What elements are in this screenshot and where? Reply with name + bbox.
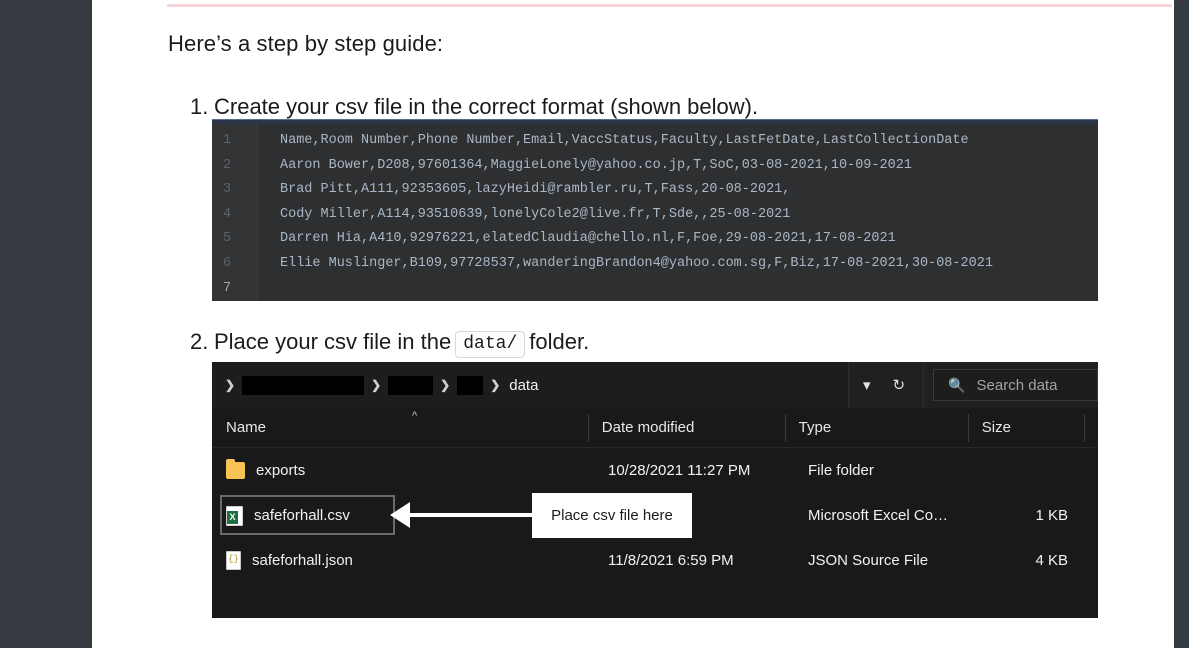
row-size-cell: 1 KB <box>1035 507 1068 524</box>
column-header-type-label: Type <box>798 419 832 436</box>
row-type-cell: JSON Source File <box>808 552 929 569</box>
excel-file-icon <box>226 505 243 526</box>
column-header-date-label: Date modified <box>601 419 695 436</box>
line-number: 5 <box>223 231 232 247</box>
file-name: safeforhall.csv <box>254 507 350 524</box>
breadcrumb-current-folder[interactable]: data <box>507 377 538 394</box>
row-name-cell: exports <box>212 459 594 479</box>
step-number: 2. <box>190 329 209 354</box>
intro-paragraph: Here’s a step by step guide: <box>168 31 444 56</box>
sort-ascending-icon: ^ <box>412 409 418 422</box>
explorer-address-bar: ❯ ❯ ❯ ❯ data ▾ ↻ 🔍 Search data <box>212 362 1098 408</box>
breadcrumb[interactable]: ❯ ❯ ❯ ❯ data <box>212 362 849 408</box>
file-name: exports <box>256 462 306 479</box>
row-date-cell: 11/8/2021 6:59 PM <box>608 552 734 569</box>
column-header-date-modified[interactable]: Date modified <box>587 408 785 448</box>
left-arrow-icon <box>390 502 410 528</box>
callout-label: Place csv file here <box>532 493 692 538</box>
line-number: 1 <box>223 133 232 148</box>
row-type-cell: File folder <box>808 462 874 479</box>
explorer-file-list: exports 10/28/2021 11:27 PM File folder … <box>212 448 1098 583</box>
column-header-type[interactable]: Type <box>784 408 968 448</box>
search-placeholder: Search data <box>976 376 1058 394</box>
section-divider <box>167 4 1172 7</box>
step-text: Create your csv file in the correct form… <box>214 94 759 119</box>
breadcrumb-segment-redacted[interactable] <box>457 375 484 395</box>
code-line: Brad Pitt,A111,92353605,lazyHeidi@ramble… <box>280 182 791 198</box>
column-header-name[interactable]: Name ^ <box>212 408 588 448</box>
explorer-column-headers: Name ^ Date modified Type Size <box>212 408 1098 448</box>
column-header-divider <box>1084 408 1098 448</box>
line-number: 2 <box>223 157 232 173</box>
step-number: 1. <box>190 94 209 119</box>
code-line: Cody Miller,A114,93510639,lonelyCole2@li… <box>280 206 791 222</box>
refresh-icon[interactable]: ↻ <box>893 378 906 393</box>
chevron-right-icon: ❯ <box>440 378 451 392</box>
code-line: Aaron Bower,D208,97601364,MaggieLonely@y… <box>280 157 912 173</box>
right-sidebar <box>1174 0 1189 648</box>
breadcrumb-segment-redacted[interactable] <box>388 375 434 395</box>
line-number-current: 7 <box>223 280 232 296</box>
chevron-right-icon: ❯ <box>490 378 501 392</box>
callout-arrow-line <box>408 513 536 517</box>
chevron-down-icon[interactable]: ▾ <box>863 378 871 393</box>
editor-code-area[interactable]: Name,Room Number,Phone Number,Email,Vacc… <box>257 124 1098 301</box>
step-item-2: 2. Place your csv file in the data/ fold… <box>190 329 589 359</box>
editor-line-number-gutter: 1 2 3 4 5 6 7 <box>212 124 257 301</box>
row-size-cell: 4 KB <box>1035 552 1068 569</box>
file-explorer-screenshot: ❯ ❯ ❯ ❯ data ▾ ↻ 🔍 Search data Name ^ Da… <box>212 362 1098 618</box>
chevron-right-icon: ❯ <box>371 378 382 392</box>
folder-icon <box>226 459 245 479</box>
json-file-icon <box>226 551 241 570</box>
inline-code-chip: data/ <box>455 331 526 358</box>
table-row[interactable]: safeforhall.csv 8 AM Microsoft Excel Co…… <box>212 493 1098 538</box>
table-row[interactable]: safeforhall.json 11/8/2021 6:59 PM JSON … <box>212 538 1098 583</box>
column-header-size[interactable]: Size <box>967 408 1084 448</box>
editor-body: 1 2 3 4 5 6 7 Name,Room Number,Phone Num… <box>212 124 1098 301</box>
search-input[interactable]: 🔍 Search data <box>933 369 1098 401</box>
address-bar-actions: ▾ ↻ <box>849 362 925 408</box>
left-sidebar <box>0 0 92 648</box>
content-column: Here’s a step by step guide: 1. Create y… <box>92 0 1174 648</box>
row-type-cell: Microsoft Excel Co… <box>808 507 949 524</box>
search-icon: 🔍 <box>948 376 966 393</box>
code-line: Ellie Muslinger,B109,97728537,wanderingB… <box>280 255 993 271</box>
breadcrumb-segment-redacted[interactable] <box>242 375 365 395</box>
step-item-1: 1. Create your csv file in the correct f… <box>190 94 758 120</box>
csv-code-screenshot: 1 2 3 4 5 6 7 Name,Room Number,Phone Num… <box>212 119 1098 301</box>
step-text-suffix: folder. <box>529 329 590 354</box>
row-name-cell: safeforhall.json <box>212 551 594 570</box>
column-header-size-label: Size <box>981 419 1011 436</box>
code-line: Darren Hia,A410,92976221,elatedClaudia@c… <box>280 231 896 247</box>
row-date-cell: 10/28/2021 11:27 PM <box>608 462 751 479</box>
line-number: 6 <box>223 255 232 271</box>
page-root: Here’s a step by step guide: 1. Create y… <box>0 0 1189 648</box>
step-text: Place your csv file in the <box>214 329 452 354</box>
line-number: 3 <box>223 182 232 198</box>
code-line: Name,Room Number,Phone Number,Email,Vacc… <box>280 133 969 148</box>
chevron-right-icon: ❯ <box>225 378 236 392</box>
line-number: 4 <box>223 206 232 222</box>
file-name: safeforhall.json <box>252 552 353 569</box>
column-header-name-label: Name <box>226 419 267 436</box>
table-row[interactable]: exports 10/28/2021 11:27 PM File folder <box>212 448 1098 493</box>
